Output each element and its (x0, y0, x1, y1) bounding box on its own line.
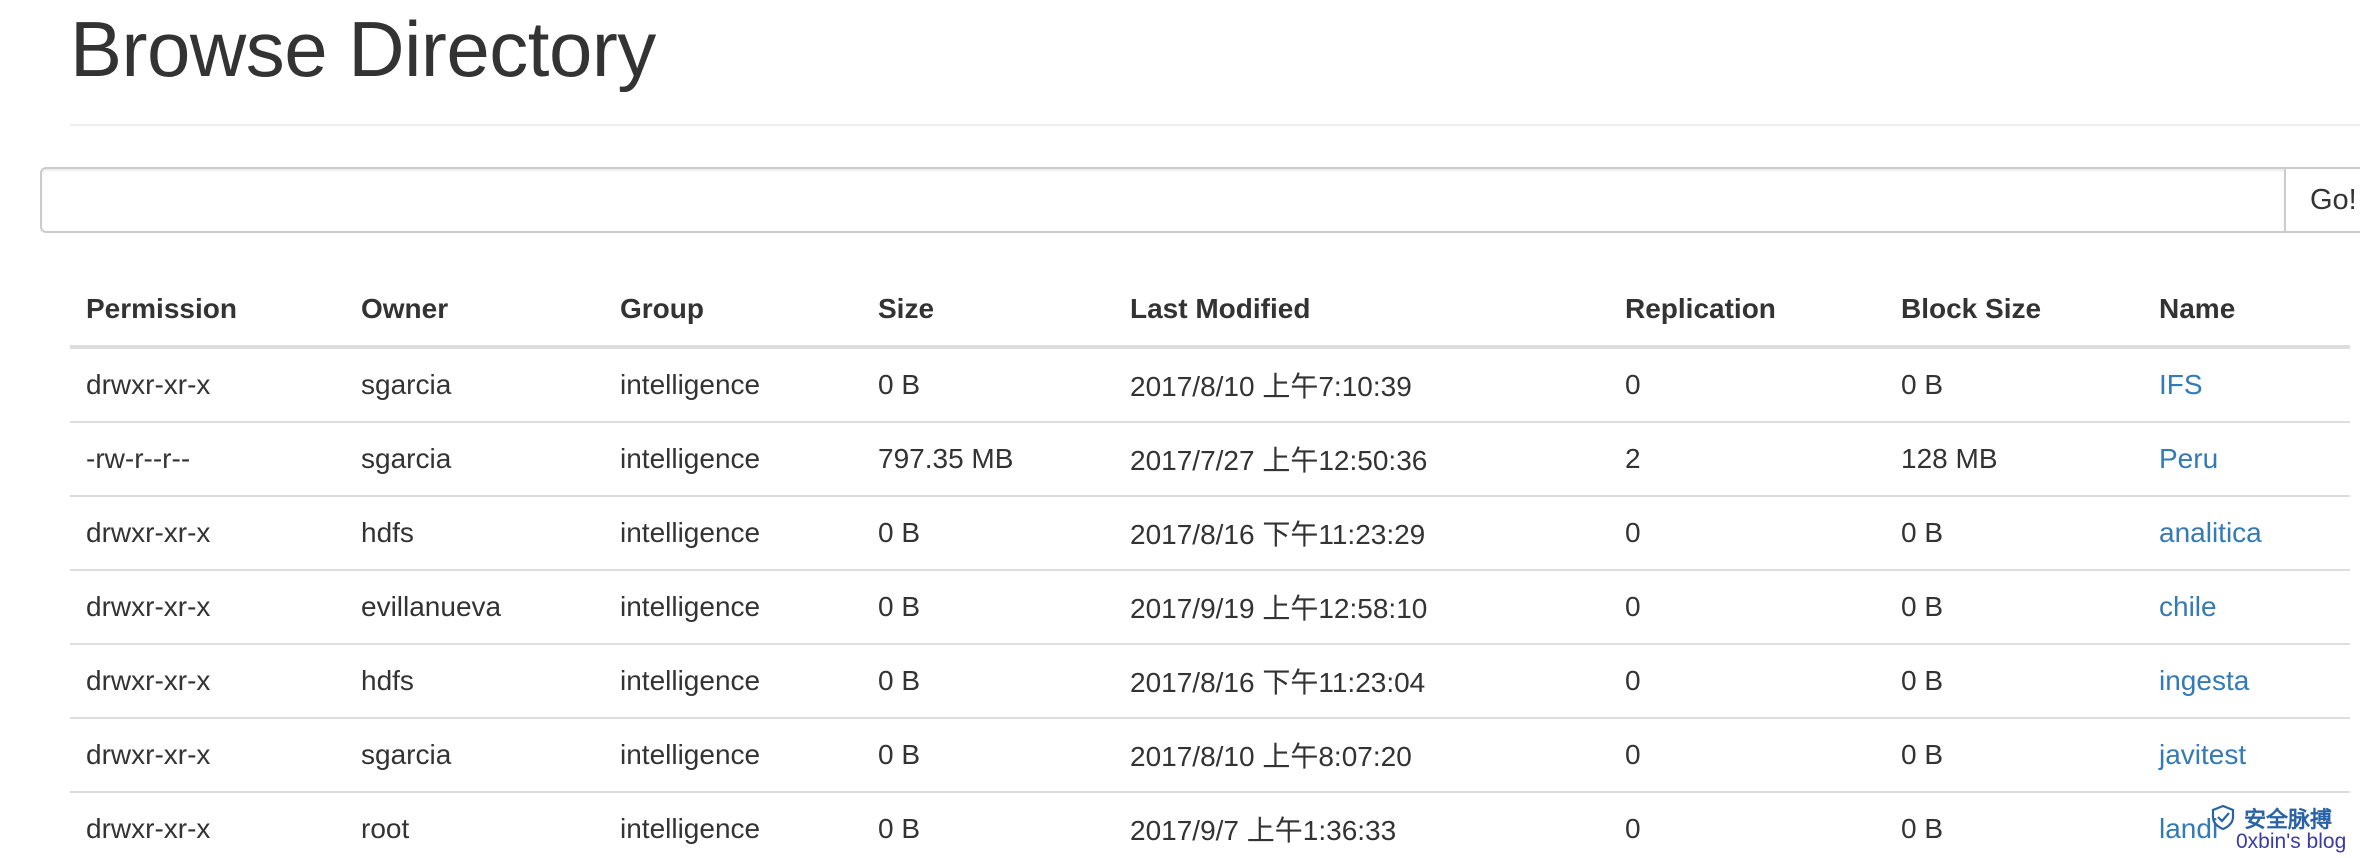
file-name-link[interactable]: Peru (2159, 443, 2218, 474)
cell-permission: drwxr-xr-x (70, 718, 345, 793)
cell-last-modified: 2017/7/27 上午12:50:36 (1114, 422, 1609, 497)
file-name-link[interactable]: analitica (2159, 517, 2262, 548)
cell-owner: hdfs (345, 644, 604, 719)
directory-path-input[interactable] (40, 167, 2284, 233)
cell-group: intelligence (604, 718, 862, 793)
file-name-link[interactable]: chile (2159, 591, 2217, 622)
cell-name: Peru (2143, 422, 2350, 497)
shield-icon (2211, 804, 2235, 830)
cell-replication: 0 (1609, 644, 1885, 719)
watermark-blog-text: 0xbin's blog (2236, 830, 2347, 853)
file-name-link[interactable]: IFS (2159, 369, 2203, 400)
cell-last-modified: 2017/8/10 上午7:10:39 (1114, 347, 1609, 423)
cell-permission: drwxr-xr-x (70, 347, 345, 423)
table-row: drwxr-xr-x root intelligence 0 B 2017/9/… (70, 792, 2350, 858)
header-last-modified[interactable]: Last Modified (1114, 272, 1609, 349)
table-row: drwxr-xr-x evillanueva intelligence 0 B … (70, 570, 2350, 645)
cell-replication: 0 (1609, 792, 1885, 858)
table-row: drwxr-xr-x hdfs intelligence 0 B 2017/8/… (70, 496, 2350, 571)
cell-last-modified: 2017/9/19 上午12:58:10 (1114, 570, 1609, 645)
cell-size: 0 B (862, 570, 1114, 645)
cell-name: chile (2143, 570, 2350, 645)
cell-size: 0 B (862, 644, 1114, 719)
cell-name: ingesta (2143, 644, 2350, 719)
table-row: drwxr-xr-x sgarcia intelligence 0 B 2017… (70, 347, 2350, 423)
cell-name: IFS (2143, 347, 2350, 423)
cell-name: javitest (2143, 718, 2350, 793)
cell-block-size: 0 B (1885, 570, 2143, 645)
cell-last-modified: 2017/9/7 上午1:36:33 (1114, 792, 1609, 858)
cell-block-size: 0 B (1885, 792, 2143, 858)
title-divider (70, 124, 2360, 126)
cell-permission: drwxr-xr-x (70, 496, 345, 571)
cell-group: intelligence (604, 422, 862, 497)
path-search-bar: Go! (40, 167, 2360, 233)
cell-size: 797.35 MB (862, 422, 1114, 497)
cell-group: intelligence (604, 644, 862, 719)
page-title: Browse Directory (70, 5, 656, 93)
file-name-link[interactable]: javitest (2159, 739, 2246, 770)
cell-permission: drwxr-xr-x (70, 792, 345, 858)
cell-block-size: 0 B (1885, 718, 2143, 793)
cell-block-size: 0 B (1885, 347, 2143, 423)
cell-replication: 0 (1609, 718, 1885, 793)
cell-replication: 0 (1609, 347, 1885, 423)
cell-owner: sgarcia (345, 718, 604, 793)
header-group[interactable]: Group (604, 272, 862, 349)
header-replication[interactable]: Replication (1609, 272, 1885, 349)
cell-block-size: 0 B (1885, 644, 2143, 719)
cell-size: 0 B (862, 496, 1114, 571)
table-row: drwxr-xr-x sgarcia intelligence 0 B 2017… (70, 718, 2350, 793)
cell-replication: 2 (1609, 422, 1885, 497)
cell-group: intelligence (604, 347, 862, 423)
table-row: -rw-r--r-- sgarcia intelligence 797.35 M… (70, 422, 2350, 497)
directory-table: Permission Owner Group Size Last Modifie… (70, 272, 2350, 858)
cell-name: analitica (2143, 496, 2350, 571)
cell-permission: -rw-r--r-- (70, 422, 345, 497)
go-button[interactable]: Go! (2284, 167, 2360, 233)
cell-replication: 0 (1609, 570, 1885, 645)
cell-size: 0 B (862, 718, 1114, 793)
cell-group: intelligence (604, 792, 862, 858)
watermark: 安全脉搏 0xbin's blog (2210, 800, 2360, 858)
cell-last-modified: 2017/8/16 下午11:23:04 (1114, 644, 1609, 719)
table-row: drwxr-xr-x hdfs intelligence 0 B 2017/8/… (70, 644, 2350, 719)
header-name[interactable]: Name (2143, 272, 2350, 349)
cell-size: 0 B (862, 792, 1114, 858)
header-size[interactable]: Size (862, 272, 1114, 349)
file-name-link[interactable]: ingesta (2159, 665, 2249, 696)
cell-group: intelligence (604, 496, 862, 571)
cell-permission: drwxr-xr-x (70, 644, 345, 719)
cell-owner: sgarcia (345, 422, 604, 497)
cell-owner: hdfs (345, 496, 604, 571)
header-block-size[interactable]: Block Size (1885, 272, 2143, 349)
cell-last-modified: 2017/8/10 上午8:07:20 (1114, 718, 1609, 793)
header-permission[interactable]: Permission (70, 272, 345, 349)
cell-owner: sgarcia (345, 347, 604, 423)
cell-last-modified: 2017/8/16 下午11:23:29 (1114, 496, 1609, 571)
cell-owner: root (345, 792, 604, 858)
cell-owner: evillanueva (345, 570, 604, 645)
page: Browse Directory Go! Permission Owner Gr… (0, 0, 2360, 858)
cell-permission: drwxr-xr-x (70, 570, 345, 645)
cell-size: 0 B (862, 347, 1114, 423)
header-owner[interactable]: Owner (345, 272, 604, 349)
cell-block-size: 0 B (1885, 496, 2143, 571)
cell-block-size: 128 MB (1885, 422, 2143, 497)
table-header-row: Permission Owner Group Size Last Modifie… (70, 272, 2350, 349)
cell-group: intelligence (604, 570, 862, 645)
cell-replication: 0 (1609, 496, 1885, 571)
